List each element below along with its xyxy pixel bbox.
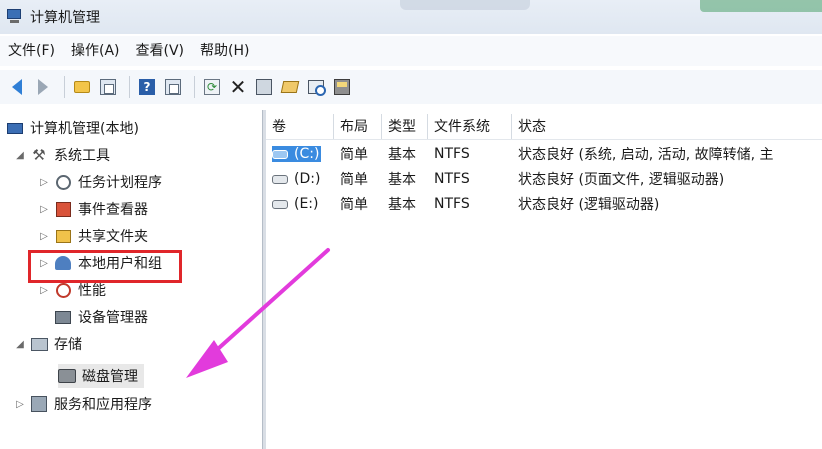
delete-icon[interactable]: ✕: [227, 76, 249, 98]
tree-item-label: 系统工具: [54, 148, 110, 164]
services-icon: [30, 395, 48, 413]
search-icon[interactable]: [305, 76, 327, 98]
title-bar: 计算机管理: [0, 0, 822, 34]
tree-item-computer-management[interactable]: 计算机管理(本地): [6, 116, 139, 140]
tree-item-shared-folders[interactable]: ▷ 共享文件夹: [38, 224, 148, 248]
volume-icon: [272, 149, 288, 159]
column-header-type[interactable]: 类型: [382, 114, 428, 139]
show-action-pane-icon[interactable]: [162, 76, 184, 98]
menu-bar: 文件(F) 操作(A) 查看(V) 帮助(H): [0, 36, 822, 66]
tree-item-disk-management[interactable]: 磁盘管理: [58, 364, 144, 388]
tree-item-services-applications[interactable]: ▷ 服务和应用程序: [14, 392, 152, 416]
tree-item-label: 任务计划程序: [78, 175, 162, 191]
volume-cell: (C:): [266, 146, 334, 162]
computer-management-icon: [6, 9, 24, 25]
column-header-filesystem[interactable]: 文件系统: [428, 114, 512, 139]
volume-list: 卷 布局 类型 文件系统 状态 (C:) 简单 基本 NTFS 状态良好 (系统…: [266, 110, 822, 449]
volume-icon: [272, 174, 288, 184]
help-icon[interactable]: ?: [136, 76, 158, 98]
filesystem-cell: NTFS: [434, 171, 470, 187]
tree-item-label: 事件查看器: [78, 202, 148, 218]
tree-item-device-manager[interactable]: 设备管理器: [54, 305, 148, 329]
performance-icon: [54, 281, 72, 299]
toolbar-separator: [194, 76, 195, 98]
menu-view[interactable]: 查看(V): [128, 36, 193, 66]
collapse-icon[interactable]: ◢: [14, 150, 26, 161]
menu-help[interactable]: 帮助(H): [192, 36, 257, 66]
window-title: 计算机管理: [30, 10, 100, 26]
title-bar-decoration-green: [700, 0, 822, 12]
title-bar-decoration: [400, 0, 530, 10]
tree-item-label: 设备管理器: [78, 310, 148, 326]
tree-item-label: 共享文件夹: [78, 229, 148, 245]
layout-cell: 简单: [340, 147, 368, 163]
tree-item-system-tools[interactable]: ◢ ⚒ 系统工具: [14, 143, 110, 167]
annotation-highlight-box: [28, 250, 182, 283]
tree-item-storage[interactable]: ◢ 存储: [14, 332, 82, 356]
forward-arrow-icon[interactable]: [32, 76, 54, 98]
toolbar: ? ⟳ ✕: [0, 70, 822, 104]
up-folder-icon[interactable]: [71, 76, 93, 98]
tree-item-label: 服务和应用程序: [54, 397, 152, 413]
tree-item-event-viewer[interactable]: ▷ 事件查看器: [38, 197, 148, 221]
disk-management-icon: [58, 367, 76, 385]
properties-icon[interactable]: [253, 76, 275, 98]
expand-icon[interactable]: ▷: [38, 231, 50, 242]
table-row[interactable]: (D:) 简单 基本 NTFS 状态良好 (页面文件, 逻辑驱动器): [266, 167, 822, 191]
status-cell: 状态良好 (页面文件, 逻辑驱动器): [518, 172, 725, 188]
column-header-volume[interactable]: 卷: [266, 114, 334, 139]
table-row[interactable]: (E:) 简单 基本 NTFS 状态良好 (逻辑驱动器): [266, 192, 822, 216]
disk-icon[interactable]: [331, 76, 353, 98]
tree-item-label: 性能: [78, 283, 106, 299]
storage-icon: [30, 335, 48, 353]
expand-icon[interactable]: ▷: [38, 177, 50, 188]
expand-icon[interactable]: ▷: [38, 285, 50, 296]
type-cell: 基本: [388, 197, 416, 213]
refresh-icon[interactable]: ⟳: [201, 76, 223, 98]
volume-cell: (E:): [266, 196, 334, 212]
open-icon[interactable]: [279, 76, 301, 98]
tools-icon: ⚒: [32, 146, 46, 164]
status-cell: 状态良好 (系统, 启动, 活动, 故障转储, 主: [518, 147, 774, 163]
type-cell: 基本: [388, 147, 416, 163]
event-log-icon: [54, 200, 72, 218]
volume-name: (E:): [294, 196, 319, 212]
volume-list-header: 卷 布局 类型 文件系统 状态: [266, 114, 822, 140]
volume-name: (C:): [294, 146, 320, 162]
tree-item-label: 磁盘管理: [82, 369, 138, 385]
tree-item-task-scheduler[interactable]: ▷ 任务计划程序: [38, 170, 162, 194]
menu-file[interactable]: 文件(F): [0, 36, 63, 66]
column-header-layout[interactable]: 布局: [334, 114, 382, 139]
back-arrow-icon[interactable]: [6, 76, 28, 98]
layout-cell: 简单: [340, 172, 368, 188]
toolbar-separator: [129, 76, 130, 98]
volume-name: (D:): [294, 171, 321, 187]
collapse-icon[interactable]: ◢: [14, 339, 26, 350]
status-cell: 状态良好 (逻辑驱动器): [518, 197, 660, 213]
type-cell: 基本: [388, 172, 416, 188]
filesystem-cell: NTFS: [434, 196, 470, 212]
expand-icon[interactable]: ▷: [14, 399, 26, 410]
toolbar-separator: [64, 76, 65, 98]
table-row[interactable]: (C:) 简单 基本 NTFS 状态良好 (系统, 启动, 活动, 故障转储, …: [266, 142, 822, 166]
expand-icon[interactable]: ▷: [38, 204, 50, 215]
clock-icon: [54, 173, 72, 191]
layout-cell: 简单: [340, 197, 368, 213]
shared-folder-icon: [54, 227, 72, 245]
volume-cell: (D:): [266, 171, 334, 187]
column-header-status[interactable]: 状态: [512, 114, 822, 139]
computer-icon: [6, 119, 24, 137]
volume-icon: [272, 199, 288, 209]
device-manager-icon: [54, 308, 72, 326]
tree-item-label: 计算机管理(本地): [30, 121, 139, 137]
tree-item-label: 存储: [54, 337, 82, 353]
show-hide-tree-icon[interactable]: [97, 76, 119, 98]
menu-action[interactable]: 操作(A): [63, 36, 128, 66]
filesystem-cell: NTFS: [434, 146, 470, 162]
